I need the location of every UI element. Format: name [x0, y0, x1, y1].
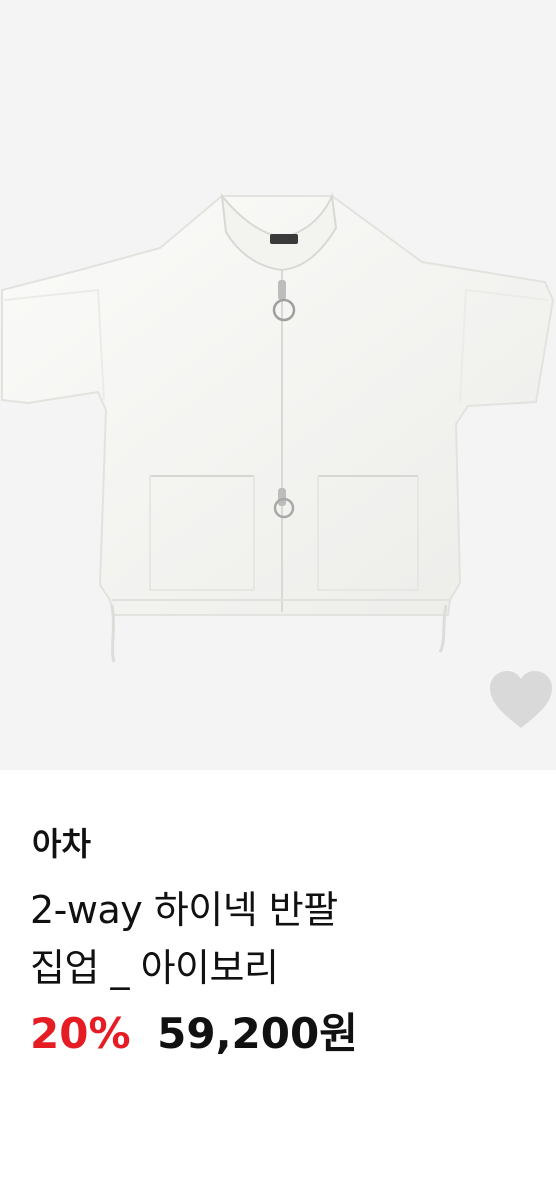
sale-price: 59,200원 — [157, 1009, 358, 1059]
discount-rate: 20% — [30, 1009, 131, 1059]
product-image[interactable] — [0, 0, 556, 770]
brand-name[interactable]: 아차 — [32, 825, 536, 863]
product-title[interactable]: 2-way 하이넥 반팔 집업 _ 아이보리 — [30, 881, 536, 997]
wishlist-button[interactable] — [486, 668, 556, 732]
jacket-illustration — [1, 192, 555, 663]
product-title-line-2: 집업 _ 아이보리 — [30, 946, 279, 991]
product-info: 아차 2-way 하이넥 반팔 집업 _ 아이보리 20% 59,200원 — [30, 825, 536, 1060]
price-row: 20% 59,200원 — [30, 1009, 536, 1059]
heart-icon — [490, 671, 552, 728]
product-title-line-1: 2-way 하이넥 반팔 — [30, 888, 338, 933]
